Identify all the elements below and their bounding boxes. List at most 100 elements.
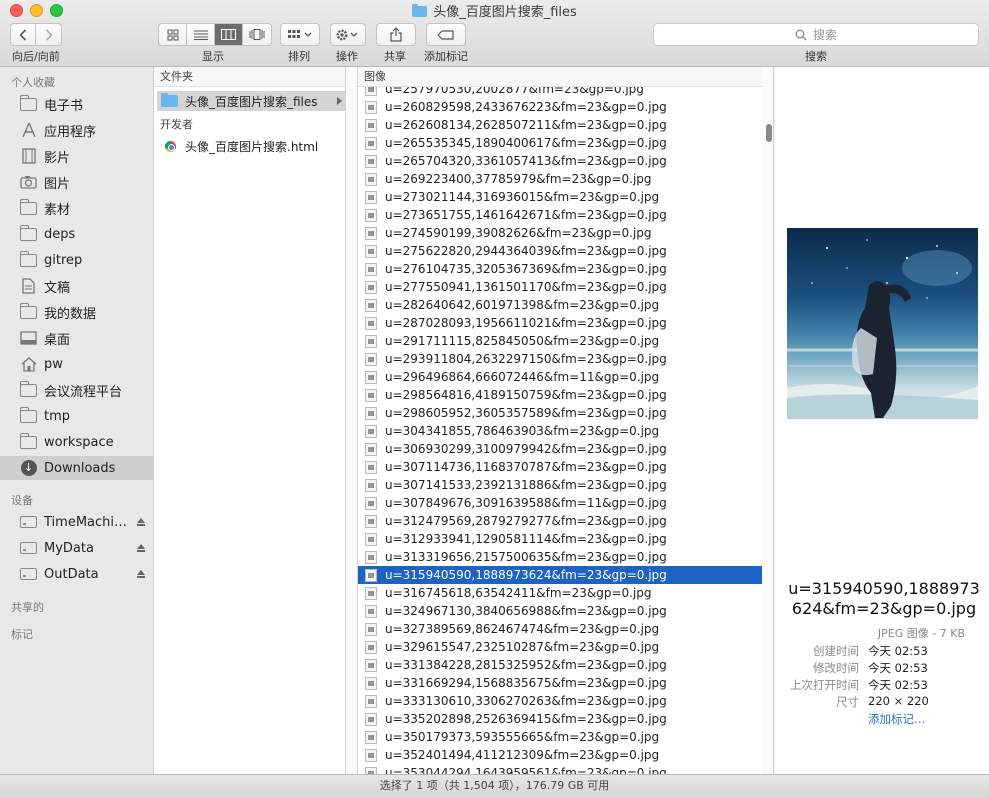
- sidebar-item-deps[interactable]: deps: [0, 222, 153, 246]
- file-row[interactable]: u=275622820,2944364039&fm=23&gp=0.jpg: [358, 242, 762, 260]
- cover-flow-button[interactable]: [243, 24, 271, 45]
- favorites-header: 个人收藏: [11, 76, 55, 89]
- share-label: 共享: [384, 50, 406, 63]
- file-row[interactable]: u=298564816,4189150759&fm=23&gp=0.jpg: [358, 386, 762, 404]
- sidebar-item-assets[interactable]: 素材: [0, 196, 153, 220]
- tag-label: 添加标记: [424, 50, 468, 63]
- scrollbar-thumb[interactable]: [766, 124, 772, 142]
- sidebar-item-applications[interactable]: 应用程序: [0, 118, 153, 142]
- eject-icon[interactable]: [137, 518, 145, 526]
- forward-button[interactable]: [36, 24, 61, 45]
- share-button[interactable]: [376, 23, 416, 46]
- sidebar-item-documents[interactable]: 文稿: [0, 274, 153, 298]
- image-thumbnail-icon: [365, 208, 377, 222]
- sidebar-item-my-data[interactable]: 我的数据: [0, 300, 153, 324]
- image-thumbnail-icon: [365, 136, 377, 150]
- file-row[interactable]: u=282640642,601971398&fm=23&gp=0.jpg: [358, 296, 762, 314]
- tags-header: 标记: [11, 628, 33, 641]
- sidebar-item-outdata[interactable]: OutData: [0, 562, 153, 586]
- icon-view-button[interactable]: [159, 24, 187, 45]
- file-name: u=291711115,825845050&fm=23&gp=0.jpg: [385, 334, 660, 348]
- file-row[interactable]: u=307141533,2392131886&fm=23&gp=0.jpg: [358, 476, 762, 494]
- file-row[interactable]: u=273021144,316936015&fm=23&gp=0.jpg: [358, 188, 762, 206]
- file-row[interactable]: u=335202898,2526369415&fm=23&gp=0.jpg: [358, 710, 762, 728]
- file-row[interactable]: u=312479569,2879279277&fm=23&gp=0.jpg: [358, 512, 762, 530]
- sidebar-item-pw[interactable]: pw: [0, 352, 153, 376]
- list-view-button[interactable]: [187, 24, 215, 45]
- file-row[interactable]: u=296496864,666072446&fm=11&gp=0.jpg: [358, 368, 762, 386]
- file-row[interactable]: u=265535345,1890400617&fm=23&gp=0.jpg: [358, 134, 762, 152]
- file-row[interactable]: u=304341855,786463903&fm=23&gp=0.jpg: [358, 422, 762, 440]
- file-row[interactable]: u=277550941,1361501170&fm=23&gp=0.jpg: [358, 278, 762, 296]
- sidebar-item-gitrep[interactable]: gitrep: [0, 248, 153, 272]
- nav-buttons: [10, 23, 62, 46]
- file-name: u=307114736,1168370787&fm=23&gp=0.jpg: [385, 460, 667, 474]
- search-input[interactable]: 搜索: [653, 23, 979, 46]
- sidebar-item-ebooks[interactable]: 电子书: [0, 92, 153, 116]
- desktop-icon: [20, 331, 37, 345]
- sidebar-item-meeting-platform[interactable]: 会议流程平台: [0, 378, 153, 402]
- file-row[interactable]: u=333130610,3306270263&fm=23&gp=0.jpg: [358, 692, 762, 710]
- file-row[interactable]: u=260829598,2433676223&fm=23&gp=0.jpg: [358, 98, 762, 116]
- file-row[interactable]: u=312933941,1290581114&fm=23&gp=0.jpg: [358, 530, 762, 548]
- column-resize-handle[interactable]: [762, 67, 774, 774]
- file-row[interactable]: u=262608134,2628507211&fm=23&gp=0.jpg: [358, 116, 762, 134]
- meta-opened-value: 今天 02:53: [868, 678, 928, 692]
- file-row[interactable]: u=350179373,593555665&fm=23&gp=0.jpg: [358, 728, 762, 746]
- developer-header: 开发者: [160, 118, 193, 131]
- sidebar-item-movies[interactable]: 影片: [0, 144, 153, 168]
- sidebar-item-downloads[interactable]: ↓ Downloads: [0, 456, 153, 480]
- file-row[interactable]: u=352401494,411212309&fm=23&gp=0.jpg: [358, 746, 762, 764]
- file-name: u=304341855,786463903&fm=23&gp=0.jpg: [385, 424, 660, 438]
- file-row[interactable]: u=273651755,1461642671&fm=23&gp=0.jpg: [358, 206, 762, 224]
- folder-row[interactable]: 头像_百度图片搜索_files: [157, 91, 345, 111]
- html-file-row[interactable]: 头像_百度图片搜索.html: [157, 136, 345, 156]
- eject-icon[interactable]: [137, 570, 145, 578]
- sidebar-item-workspace[interactable]: workspace: [0, 430, 153, 454]
- file-name: u=315940590,1888973624&fm=23&gp=0.jpg: [385, 568, 667, 582]
- file-row[interactable]: u=293911804,2632297150&fm=23&gp=0.jpg: [358, 350, 762, 368]
- action-button[interactable]: [330, 23, 366, 46]
- file-row[interactable]: u=316745618,63542411&fm=23&gp=0.jpg: [358, 584, 762, 602]
- downloads-icon: ↓: [20, 460, 37, 476]
- search-label: 搜索: [805, 50, 827, 63]
- sidebar-item-tmp[interactable]: tmp: [0, 404, 153, 428]
- file-row[interactable]: u=276104735,3205367369&fm=23&gp=0.jpg: [358, 260, 762, 278]
- file-row[interactable]: u=313319656,2157500635&fm=23&gp=0.jpg: [358, 548, 762, 566]
- file-row[interactable]: u=269223400,37785979&fm=23&gp=0.jpg: [358, 170, 762, 188]
- arrange-button[interactable]: [280, 23, 320, 46]
- file-row[interactable]: u=307114736,1168370787&fm=23&gp=0.jpg: [358, 458, 762, 476]
- file-row[interactable]: u=331669294,1568835675&fm=23&gp=0.jpg: [358, 674, 762, 692]
- sidebar-item-desktop[interactable]: 桌面: [0, 326, 153, 350]
- back-button[interactable]: [11, 24, 36, 45]
- add-tag-button[interactable]: [426, 23, 466, 46]
- add-tags-link[interactable]: 添加标记…: [868, 711, 926, 727]
- sidebar-item-mydata[interactable]: MyData: [0, 536, 153, 560]
- meta-created-value: 今天 02:53: [868, 644, 928, 658]
- folder-icon: [412, 4, 428, 17]
- file-row[interactable]: u=315940590,1888973624&fm=23&gp=0.jpg: [358, 566, 762, 584]
- file-row[interactable]: u=327389569,862467474&fm=23&gp=0.jpg: [358, 620, 762, 638]
- image-thumbnail-icon: [365, 748, 377, 762]
- file-row[interactable]: u=353044294,1643959561&fm=23&gp=0.jpg: [358, 764, 762, 774]
- sidebar-item-pictures[interactable]: 图片: [0, 170, 153, 194]
- file-row[interactable]: u=306930299,3100979942&fm=23&gp=0.jpg: [358, 440, 762, 458]
- folder-icon: [20, 224, 37, 241]
- eject-icon[interactable]: [137, 544, 145, 552]
- file-row[interactable]: u=274590199,39082626&fm=23&gp=0.jpg: [358, 224, 762, 242]
- file-row[interactable]: u=291711115,825845050&fm=23&gp=0.jpg: [358, 332, 762, 350]
- column-view-button[interactable]: [215, 24, 243, 45]
- file-row[interactable]: u=329615547,232510287&fm=23&gp=0.jpg: [358, 638, 762, 656]
- file-row[interactable]: u=331384228,2815325952&fm=23&gp=0.jpg: [358, 656, 762, 674]
- meta-modified-key: 修改时间: [813, 661, 859, 675]
- file-row[interactable]: u=298605952,3605357589&fm=23&gp=0.jpg: [358, 404, 762, 422]
- file-row[interactable]: u=307849676,3091639588&fm=11&gp=0.jpg: [358, 494, 762, 512]
- file-row[interactable]: u=265704320,3361057413&fm=23&gp=0.jpg: [358, 152, 762, 170]
- file-row[interactable]: u=324967130,3840656988&fm=23&gp=0.jpg: [358, 602, 762, 620]
- arrange-icon: [288, 29, 312, 38]
- file-row[interactable]: u=287028093,1956611021&fm=23&gp=0.jpg: [358, 314, 762, 332]
- sidebar-item-timemachine[interactable]: TimeMachin...: [0, 510, 153, 534]
- column-resize-handle[interactable]: [346, 67, 358, 774]
- image-thumbnail-icon: [365, 442, 377, 456]
- disk-icon: [20, 542, 37, 554]
